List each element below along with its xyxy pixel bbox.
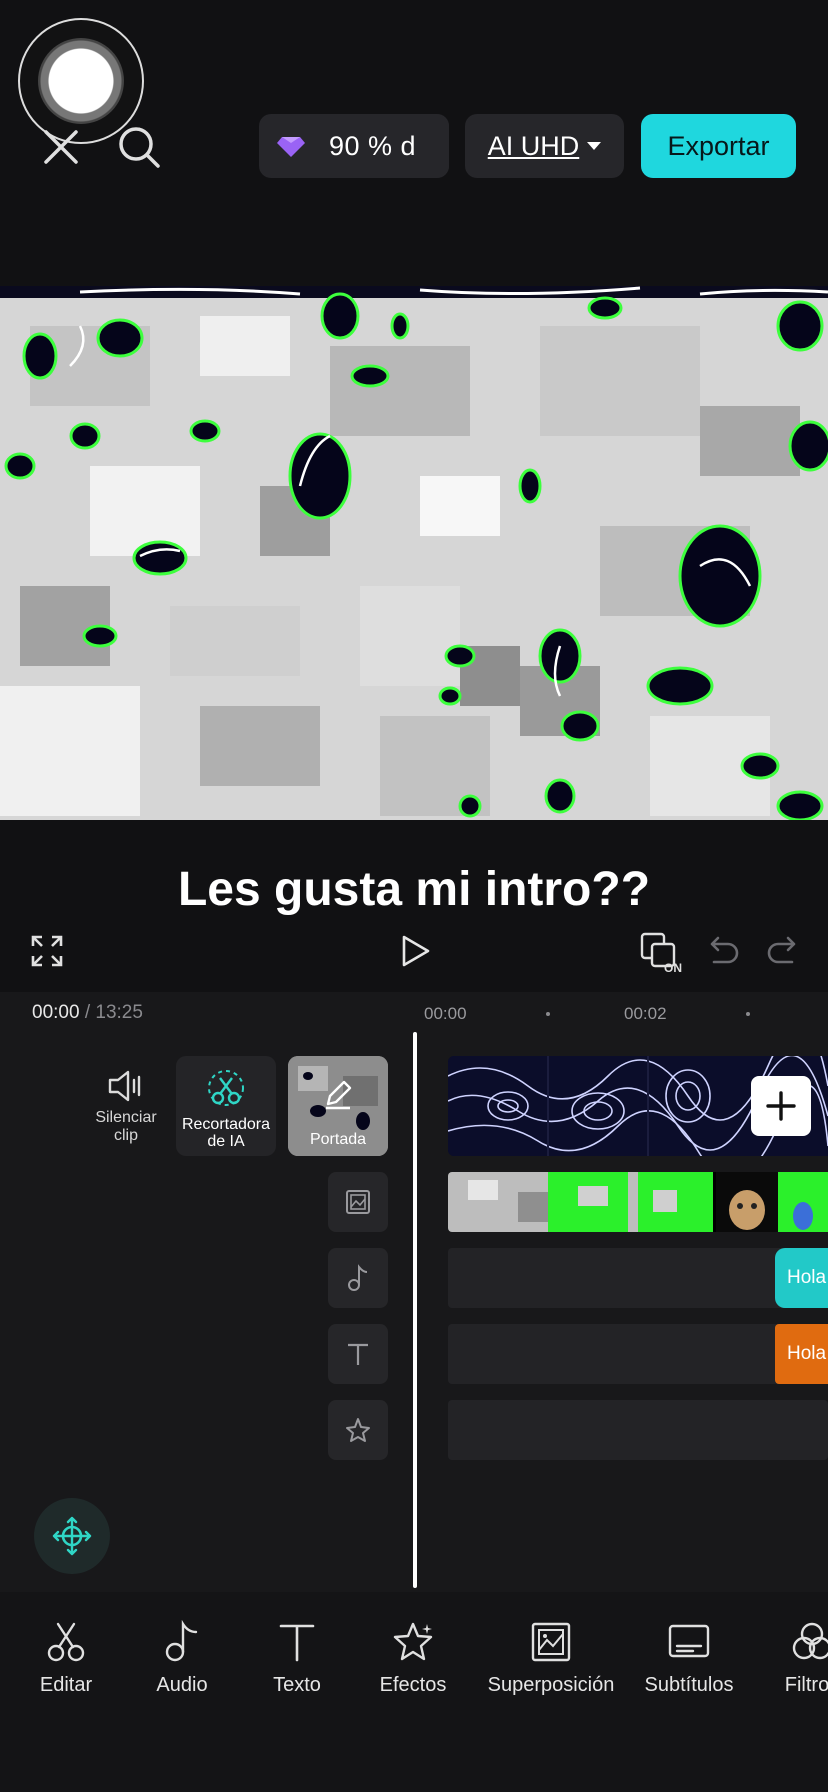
- music-note-icon: [165, 1620, 198, 1662]
- mute-clip-button[interactable]: Silenciar clip: [84, 1068, 168, 1145]
- scissors-icon: [47, 1622, 85, 1662]
- star-icon: [393, 1622, 433, 1661]
- filters-icon: [792, 1622, 828, 1660]
- text-lane[interactable]: [448, 1324, 828, 1384]
- overlay-track-button[interactable]: [328, 1172, 388, 1232]
- credits-pill[interactable]: 90 % d: [259, 114, 449, 178]
- mute-clip-label-2: clip: [113, 1127, 138, 1144]
- plus-icon: [766, 1091, 796, 1121]
- tool-audio[interactable]: Audio: [142, 1620, 222, 1697]
- assistive-touch-icon: [38, 38, 124, 124]
- text-clip-1[interactable]: Hola: [775, 1248, 828, 1308]
- cover-label: Portada: [309, 1131, 367, 1148]
- add-clip-button[interactable]: [751, 1076, 811, 1136]
- overlay-icon: [531, 1622, 571, 1662]
- tool-subtitulos[interactable]: Subtítulos: [630, 1620, 748, 1697]
- speaker-icon: [108, 1070, 141, 1102]
- ai-cutout-button[interactable]: Recortadora de IA: [176, 1056, 276, 1156]
- pencil-icon: [326, 1080, 352, 1110]
- quality-dropdown[interactable]: AI UHD: [465, 114, 624, 178]
- ruler-mark-1: 00:02: [624, 1004, 667, 1023]
- tool-editar-label: Editar: [39, 1674, 93, 1696]
- mute-clip-label-1: Silenciar: [95, 1109, 157, 1126]
- play-icon[interactable]: [398, 934, 432, 968]
- quality-label: AI UHD: [487, 130, 580, 161]
- video-preview[interactable]: [0, 286, 828, 820]
- audio-lane[interactable]: [448, 1248, 828, 1308]
- tool-superposicion[interactable]: Superposición: [476, 1620, 626, 1697]
- keyframe-on-icon[interactable]: ON: [640, 930, 686, 974]
- music-note-icon: [348, 1264, 368, 1291]
- cover-button[interactable]: Portada: [288, 1056, 388, 1156]
- current-time: 00:00: [32, 1002, 80, 1023]
- smart-tools-button[interactable]: [34, 1498, 110, 1574]
- text-icon: [348, 1343, 368, 1365]
- fullscreen-icon[interactable]: [30, 934, 64, 968]
- text-clip-2[interactable]: Hola: [775, 1324, 828, 1384]
- diamond-icon: [277, 137, 305, 157]
- tool-texto[interactable]: Texto: [257, 1620, 337, 1697]
- tool-efectos-label: Efectos: [379, 1674, 447, 1696]
- tool-texto-label: Texto: [273, 1674, 321, 1696]
- preview-frame: [0, 286, 828, 820]
- ruler-dot: [746, 1012, 750, 1016]
- move-arrows-icon: [52, 1516, 92, 1556]
- text-icon: [279, 1624, 315, 1662]
- export-button[interactable]: Exportar: [641, 114, 796, 178]
- tool-filtros[interactable]: Filtros: [772, 1620, 828, 1697]
- time-separator: /: [84, 1002, 91, 1023]
- total-time: 13:25: [95, 1002, 143, 1023]
- overlay-icon: [346, 1190, 370, 1214]
- ruler-mark-0: 00:00: [424, 1004, 467, 1023]
- tool-efectos[interactable]: Efectos: [373, 1620, 453, 1697]
- tool-editar[interactable]: Editar: [26, 1620, 106, 1697]
- effects-track-button[interactable]: [328, 1400, 388, 1460]
- redo-icon[interactable]: [766, 934, 800, 968]
- overlay-thumbnail: [448, 1172, 828, 1232]
- ai-scissors-icon: [208, 1070, 244, 1106]
- tool-superposicion-label: Superposición: [487, 1674, 615, 1696]
- timecode: 00:00 / 13:25: [32, 1002, 143, 1024]
- chevron-down-icon: [587, 142, 602, 150]
- effects-lane[interactable]: [448, 1400, 828, 1460]
- subtitles-icon: [668, 1624, 710, 1658]
- credits-text: 90 % d: [329, 130, 417, 161]
- audio-track-button[interactable]: [328, 1248, 388, 1308]
- tool-filtros-label: Filtros: [784, 1674, 828, 1696]
- star-icon: [346, 1418, 370, 1442]
- ruler-dot: [546, 1012, 550, 1016]
- tool-audio-label: Audio: [156, 1674, 208, 1696]
- ai-cutout-label-1: Recortadora: [181, 1116, 271, 1133]
- text-track-button[interactable]: [328, 1324, 388, 1384]
- overlay-clip[interactable]: [448, 1172, 828, 1232]
- svg-text:ON: ON: [664, 961, 682, 974]
- search-icon[interactable]: [116, 124, 162, 170]
- undo-icon[interactable]: [706, 934, 740, 968]
- close-icon[interactable]: [38, 124, 84, 170]
- video-caption: Les gusta mi intro??: [177, 863, 651, 916]
- playhead[interactable]: [413, 1032, 417, 1588]
- tool-subtitulos-label: Subtítulos: [644, 1674, 734, 1696]
- ai-cutout-label-2: de IA: [207, 1133, 245, 1150]
